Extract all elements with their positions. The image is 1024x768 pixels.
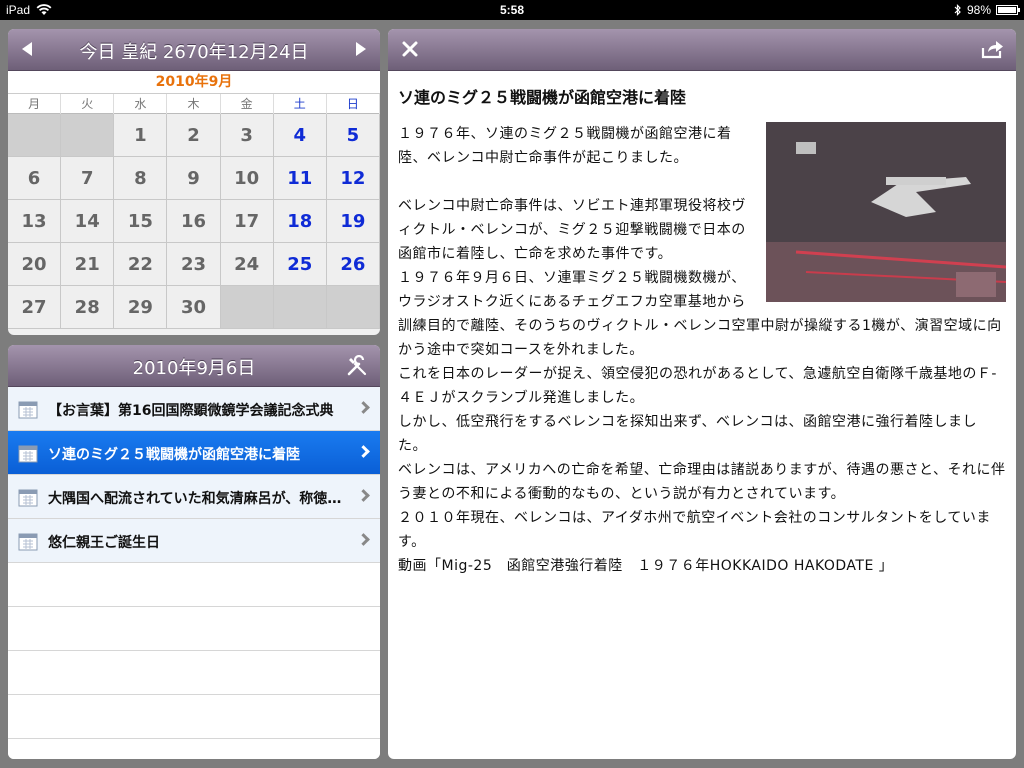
status-bar: iPad 5:58 98%: [0, 0, 1024, 20]
weekday-row: 月火水木金土日: [8, 93, 380, 114]
calendar-day[interactable]: 12: [326, 157, 380, 200]
calendar-panel: 今日 皇紀 2670年12月24日 2010年9月 月火水木金土日 123456…: [8, 29, 380, 335]
calendar-grid: 1 2 3 4 5 6 7 8 9 10 11 12 13 14 15 16 17 18 19 20 21 22 23 24 2…: [8, 113, 380, 329]
share-icon[interactable]: [980, 39, 1004, 59]
weekday-label: 土: [274, 94, 327, 114]
close-icon[interactable]: [400, 39, 420, 59]
weekday-label: 金: [221, 94, 274, 114]
calendar-day[interactable]: 8: [114, 157, 168, 200]
calendar-icon: [18, 533, 38, 551]
chevron-right-icon: [357, 445, 370, 458]
mig25-photo: [766, 122, 1006, 302]
weekday-label: 水: [114, 94, 168, 114]
weekday-label: 木: [167, 94, 221, 114]
calendar-day[interactable]: 1: [114, 114, 168, 157]
event-label: 【お言葉】第16回国際顕微鏡学会議記念式典: [48, 403, 334, 419]
event-label: 大隅国へ配流されていた和気清麻呂が、称徳天皇の崩御により許され: [48, 491, 346, 507]
bluetooth-icon: [954, 4, 961, 16]
calendar-empty-cell: [326, 286, 380, 329]
chevron-right-icon: [357, 489, 370, 502]
detail-paragraph: ベレンコは、アメリカへの亡命を希望、亡命理由は諸説ありますが、待遇の悪さと、それ…: [398, 462, 1006, 502]
detail-body: ソ連のミグ２５戦闘機が函館空港に着陸 １９７６年、ソ連のミグ２５戦闘機が函館空港…: [388, 84, 1016, 578]
events-header: 2010年9月6日: [8, 345, 380, 387]
calendar-day[interactable]: 26: [326, 243, 380, 286]
calendar-day[interactable]: 6: [8, 157, 62, 200]
calendar-day[interactable]: 17: [220, 200, 274, 243]
calendar-icon: [18, 489, 38, 507]
chevron-right-icon: [357, 401, 370, 414]
selected-date: 2010年9月6日: [132, 358, 256, 379]
calendar-day[interactable]: 2: [167, 114, 221, 157]
detail-panel: ソ連のミグ２５戦闘機が函館空港に着陸 １９７６年、ソ連のミグ２５戦闘機が函館空港…: [388, 29, 1016, 759]
next-arrow-icon[interactable]: [356, 42, 366, 56]
weekday-label: 火: [61, 94, 115, 114]
empty-list-row: [8, 695, 380, 739]
event-list-item[interactable]: ソ連のミグ２５戦闘機が函館空港に着陸: [8, 431, 380, 475]
calendar-day[interactable]: 27: [8, 286, 62, 329]
clock: 5:58: [499, 3, 525, 17]
calendar-day[interactable]: 14: [61, 200, 115, 243]
calendar-empty-cell: [273, 286, 327, 329]
event-list-item[interactable]: 悠仁親王ご誕生日: [8, 519, 380, 563]
empty-list-row: [8, 607, 380, 651]
calendar-empty-cell: [8, 114, 62, 157]
event-label: ソ連のミグ２５戦闘機が函館空港に着陸: [48, 447, 300, 463]
month-label: 2010年9月: [8, 71, 380, 93]
event-label: 悠仁親王ご誕生日: [48, 535, 160, 551]
battery-icon: [996, 5, 1020, 15]
calendar-day[interactable]: 28: [61, 286, 115, 329]
detail-paragraph: ２０１０年現在、ベレンコは、アイダホ州で航空イベント会社のコンサルタントをしてい…: [398, 510, 991, 550]
calendar-day[interactable]: 23: [167, 243, 221, 286]
detail-header: [388, 29, 1016, 71]
events-panel: 2010年9月6日 【お言葉】第16回国際顕微鏡学会議記念式典 ソ連のミグ２５戦闘…: [8, 345, 380, 759]
calendar-day[interactable]: 20: [8, 243, 62, 286]
calendar-day[interactable]: 9: [167, 157, 221, 200]
calendar-header: 今日 皇紀 2670年12月24日: [8, 29, 380, 71]
video-link[interactable]: 動画「Mig-25 函館空港強行着陸 １９７６年HOKKAIDO HAKODAT…: [398, 554, 1006, 578]
detail-title: ソ連のミグ２５戦闘機が函館空港に着陸: [398, 88, 687, 107]
weekday-label: 日: [327, 94, 380, 114]
calendar-icon: [18, 445, 38, 463]
tools-icon[interactable]: [346, 355, 368, 377]
calendar-empty-cell: [61, 114, 115, 157]
chevron-right-icon: [357, 533, 370, 546]
calendar-day[interactable]: 5: [326, 114, 380, 157]
calendar-day[interactable]: 25: [273, 243, 327, 286]
detail-paragraph: これを日本のレーダーが捉え、領空侵犯の恐れがあるとして、急遽航空自衛隊千歳基地の…: [398, 366, 997, 406]
calendar-day[interactable]: 30: [167, 286, 221, 329]
calendar-day[interactable]: 16: [167, 200, 221, 243]
calendar-day[interactable]: 13: [8, 200, 62, 243]
calendar-day[interactable]: 3: [220, 114, 274, 157]
event-list-item[interactable]: 【お言葉】第16回国際顕微鏡学会議記念式典: [8, 387, 380, 431]
detail-text: １９７６年、ソ連のミグ２５戦闘機が函館空港に着陸、ベレンコ中尉亡命事件が起こりま…: [398, 122, 1006, 578]
empty-list-row: [8, 739, 380, 759]
calendar-day[interactable]: 11: [273, 157, 327, 200]
empty-list-row: [8, 651, 380, 695]
calendar-day[interactable]: 19: [326, 200, 380, 243]
detail-paragraph: しかし、低空飛行をするベレンコを探知出来ず、ベレンコは、函館空港に強行着陸しまし…: [398, 414, 978, 454]
calendar-day[interactable]: 7: [61, 157, 115, 200]
calendar-day[interactable]: 10: [220, 157, 274, 200]
empty-list-row: [8, 563, 380, 607]
battery-percent: 98%: [966, 3, 991, 17]
event-list-item[interactable]: 大隅国へ配流されていた和気清麻呂が、称徳天皇の崩御により許され: [8, 475, 380, 519]
calendar-day[interactable]: 4: [273, 114, 327, 157]
calendar-day[interactable]: 22: [114, 243, 168, 286]
calendar-day[interactable]: 29: [114, 286, 168, 329]
weekday-label: 月: [8, 94, 62, 114]
calendar-icon: [18, 401, 38, 419]
event-list: 【お言葉】第16回国際顕微鏡学会議記念式典 ソ連のミグ２５戦闘機が函館空港に着陸大…: [8, 387, 380, 759]
today-label[interactable]: 今日 皇紀 2670年12月24日: [8, 38, 380, 64]
calendar-day[interactable]: 15: [114, 200, 168, 243]
calendar-day[interactable]: 24: [220, 243, 274, 286]
calendar-day[interactable]: 21: [61, 243, 115, 286]
calendar-day[interactable]: 18: [273, 200, 327, 243]
calendar-empty-cell: [220, 286, 274, 329]
